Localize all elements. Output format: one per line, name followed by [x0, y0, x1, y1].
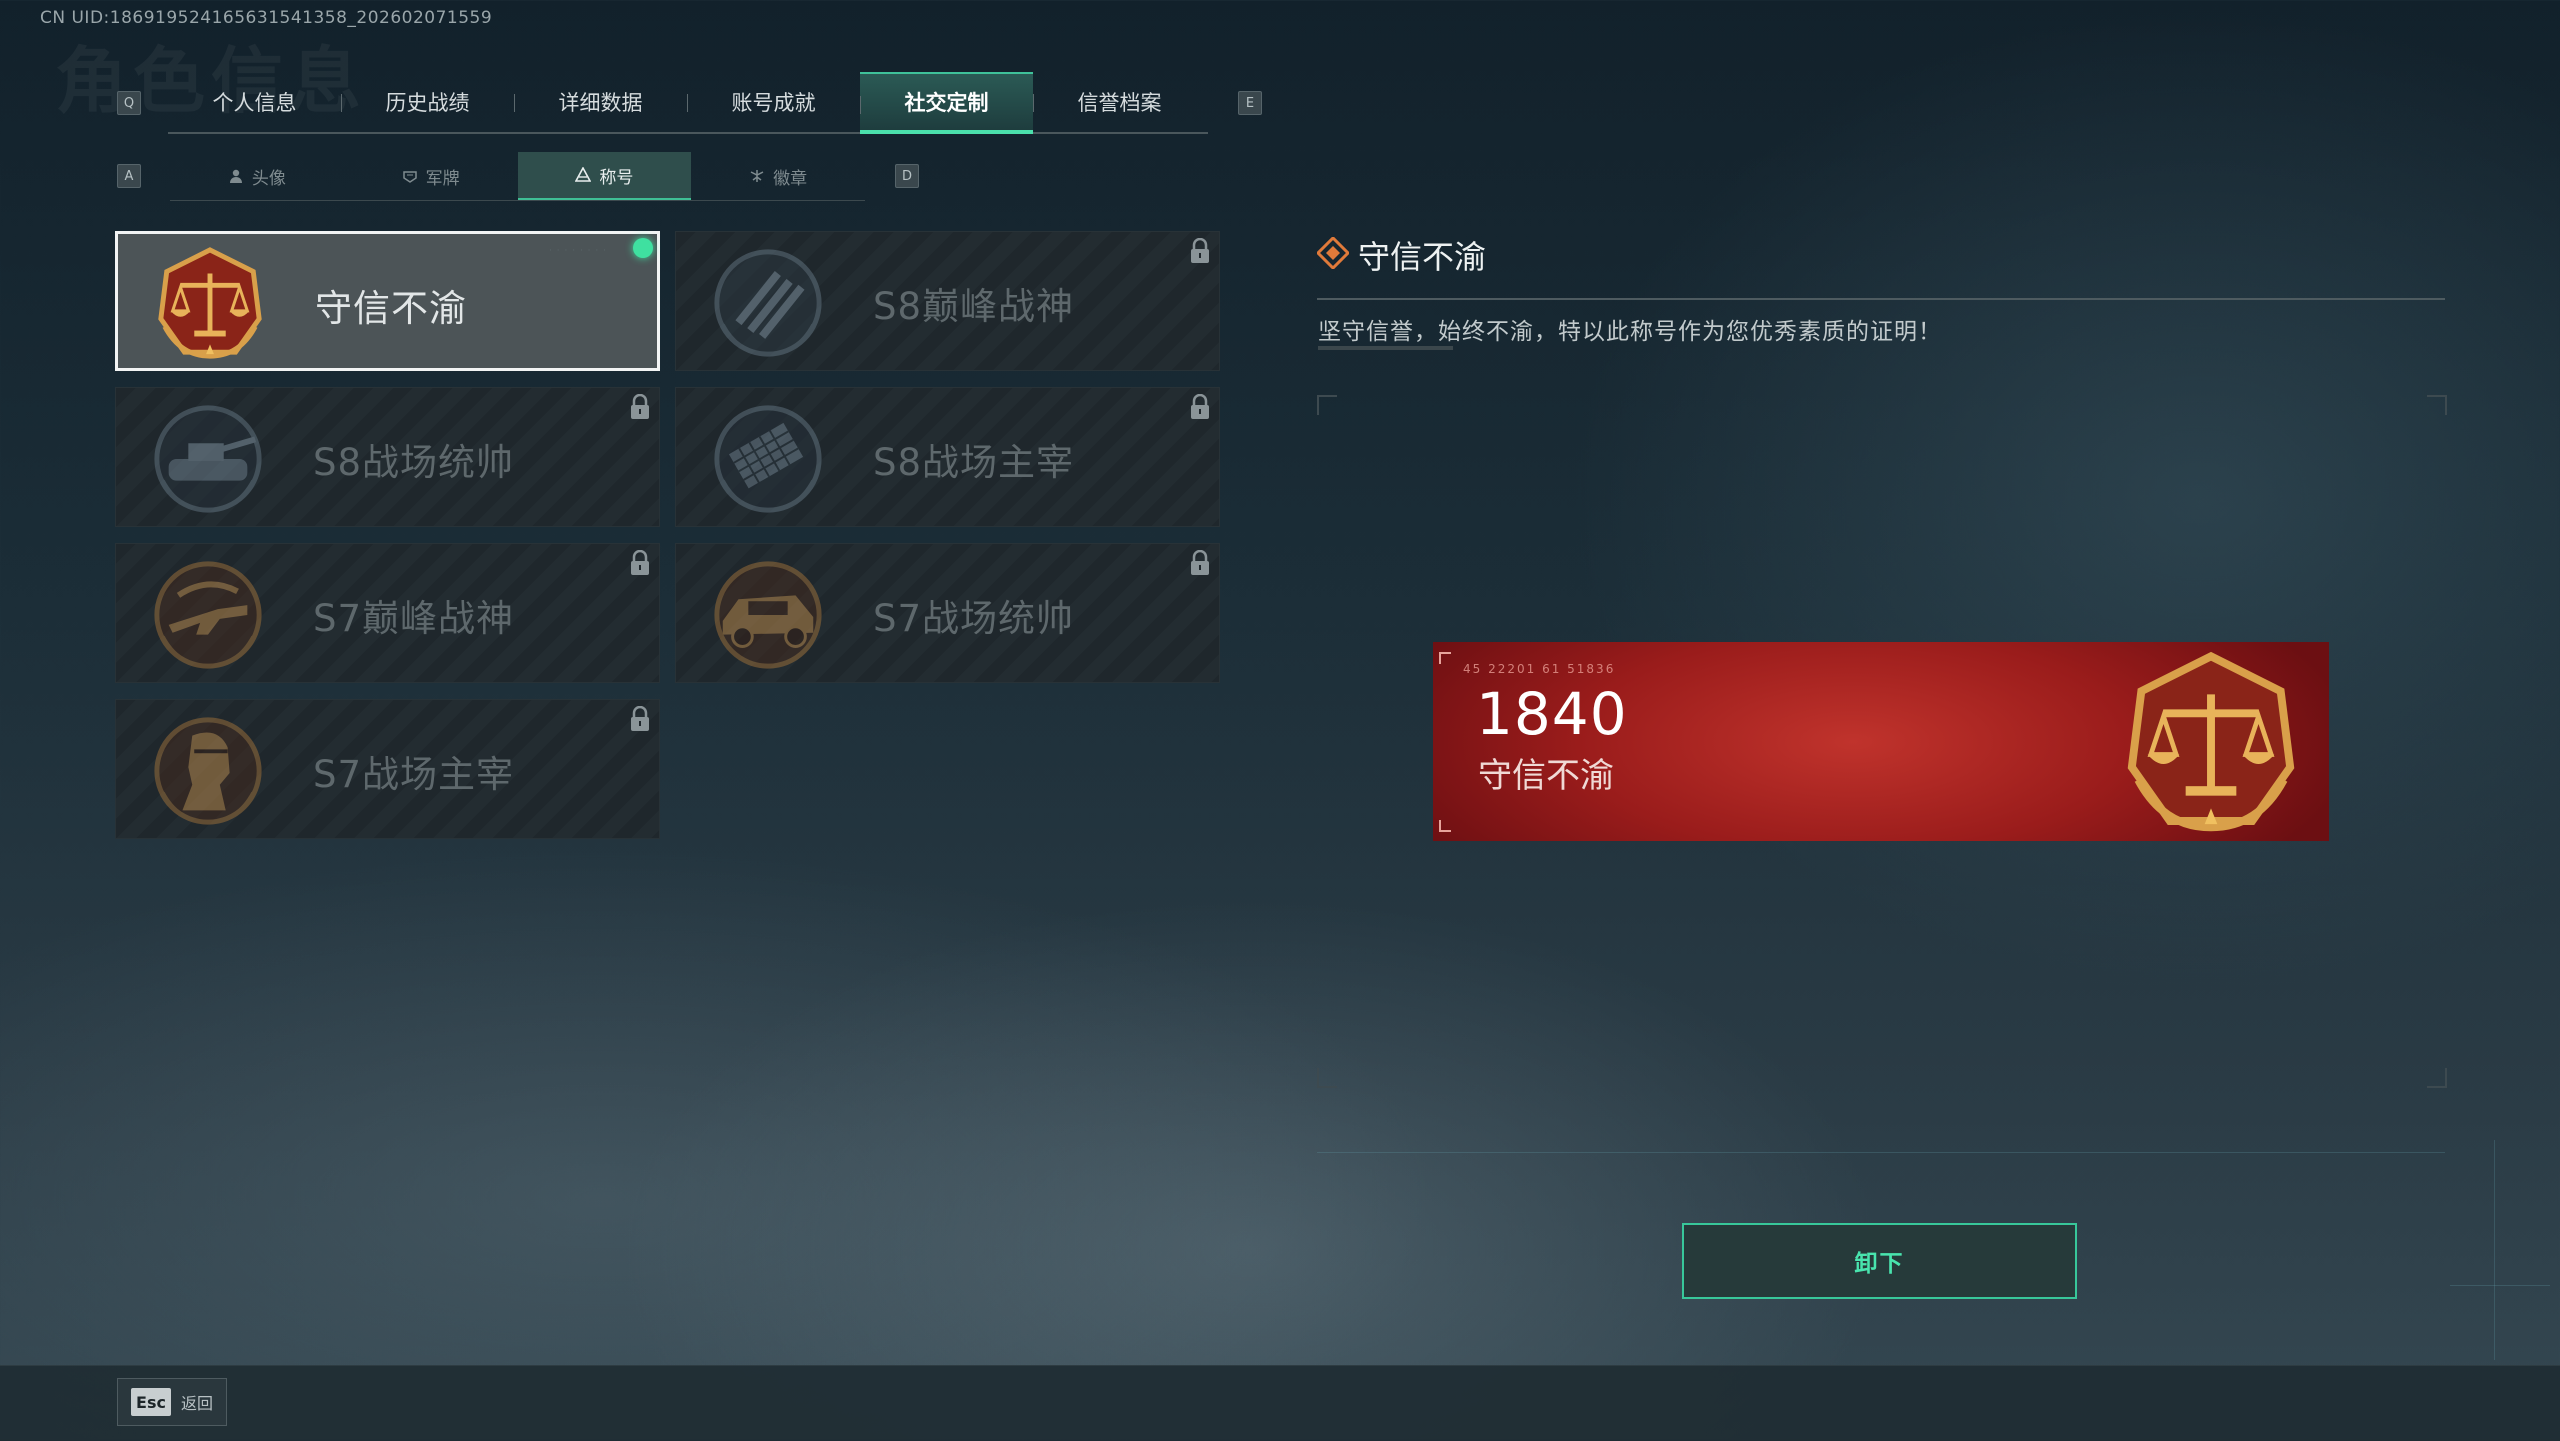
tank-emblem-icon: [154, 405, 262, 513]
subtab-label: 头像: [251, 168, 286, 189]
person-icon: [229, 169, 242, 183]
title-card-s8-commander[interactable]: S8战场统帅: [115, 387, 660, 527]
lock-icon: [631, 394, 649, 419]
tab-social-customization[interactable]: 社交定制: [860, 72, 1033, 134]
vehicle-emblem-icon: [714, 561, 822, 669]
title-card-s8-dominator[interactable]: S8战场主宰: [675, 387, 1220, 527]
subtab-dogtag[interactable]: 军牌: [344, 152, 518, 200]
banner-number: 1840: [1476, 680, 1628, 748]
tab-match-history[interactable]: 历史战绩: [341, 72, 514, 132]
tab-detailed-data[interactable]: 详细数据: [514, 72, 687, 132]
decorative-line: [2494, 1140, 2495, 1360]
back-label: 返回: [181, 1394, 214, 1413]
prev-subtab-key-hint[interactable]: A: [117, 164, 141, 188]
detail-code-bar: [1318, 346, 1453, 350]
banner-corner: [1439, 652, 1451, 664]
title-card-守信不渝[interactable]: 守信不渝 · · · · · · · ·: [115, 231, 660, 371]
panel-corner: [2427, 395, 2447, 415]
esc-key-icon: Esc: [131, 1388, 171, 1416]
detail-title: 守信不渝: [1358, 238, 1487, 276]
dogtag-icon: [402, 171, 417, 183]
panel-corner: [2427, 1068, 2447, 1088]
lock-icon: [1191, 238, 1209, 263]
title-card-s8-peak-god[interactable]: S8巅峰战神: [675, 231, 1220, 371]
title-name: S8巅峰战神: [873, 285, 1075, 328]
sub-tab-bar: 头像 军牌 称号 徽章: [170, 152, 865, 201]
title-name: S7战场主宰: [313, 753, 515, 796]
title-name: S8战场统帅: [313, 441, 515, 484]
stripes-emblem-icon: [714, 249, 822, 357]
panel-corner: [1317, 395, 1337, 415]
badge-icon: [750, 170, 764, 182]
banner-code-text: 45 22201 61 51836: [1463, 662, 1616, 676]
decorative-line: [2450, 1285, 2550, 1286]
rifle-emblem-icon: [154, 561, 262, 669]
title-card-s7-peak-god[interactable]: S7巅峰战神: [115, 543, 660, 683]
scales-emblem-icon: [158, 247, 262, 359]
next-subtab-key-hint[interactable]: D: [895, 164, 919, 188]
subtab-label: 称号: [599, 167, 634, 188]
title-preview-banner: 45 22201 61 51836 1840 守信不渝: [1433, 642, 2329, 841]
soldier-emblem-icon: [154, 717, 262, 825]
title-icon: [575, 167, 592, 182]
title-diamond-icon: [1317, 237, 1349, 269]
next-tab-key-hint[interactable]: E: [1238, 91, 1262, 115]
unequip-button[interactable]: 卸下: [1682, 1223, 2077, 1299]
scales-emblem-icon: [2127, 651, 2295, 832]
rocket-launcher-emblem-icon: [714, 405, 822, 513]
subtab-avatar[interactable]: 头像: [170, 152, 344, 200]
detail-description: 坚守信誉，始终不渝，特以此称号作为您优秀素质的证明！: [1318, 319, 1942, 345]
equipped-indicator-icon: [633, 238, 653, 258]
tab-achievements[interactable]: 账号成就: [687, 72, 860, 132]
title-name: S7巅峰战神: [313, 597, 515, 640]
prev-tab-key-hint[interactable]: Q: [117, 91, 141, 115]
lock-icon: [631, 550, 649, 575]
banner-title: 守信不渝: [1478, 756, 1614, 796]
lock-icon: [1191, 394, 1209, 419]
subtab-title[interactable]: 称号: [517, 152, 692, 200]
banner-corner: [1439, 820, 1451, 832]
title-name: 守信不渝: [315, 287, 467, 330]
main-tab-bar: 个人信息 历史战绩 详细数据 账号成就 社交定制 信誉档案: [168, 72, 1208, 134]
panel-corner: [1317, 1068, 1337, 1088]
detail-divider: [1317, 298, 2445, 300]
title-card-s7-dominator[interactable]: S7战场主宰: [115, 699, 660, 839]
subtab-badge[interactable]: 徽章: [691, 152, 865, 200]
bottom-bar: [0, 1365, 2560, 1441]
title-name: S7战场统帅: [873, 597, 1075, 640]
back-button[interactable]: Esc 返回: [117, 1378, 227, 1426]
lock-icon: [631, 706, 649, 731]
lock-icon: [1191, 550, 1209, 575]
title-card-s7-commander[interactable]: S7战场统帅: [675, 543, 1220, 683]
title-name: S8战场主宰: [873, 441, 1075, 484]
subtab-label: 军牌: [425, 168, 460, 189]
decorative-line: [1317, 1152, 2445, 1153]
card-code-text: · · · · · · · ·: [549, 246, 607, 256]
subtab-label: 徽章: [773, 168, 808, 189]
tab-personal-info[interactable]: 个人信息: [168, 72, 341, 132]
tab-credit-record[interactable]: 信誉档案: [1033, 72, 1206, 132]
